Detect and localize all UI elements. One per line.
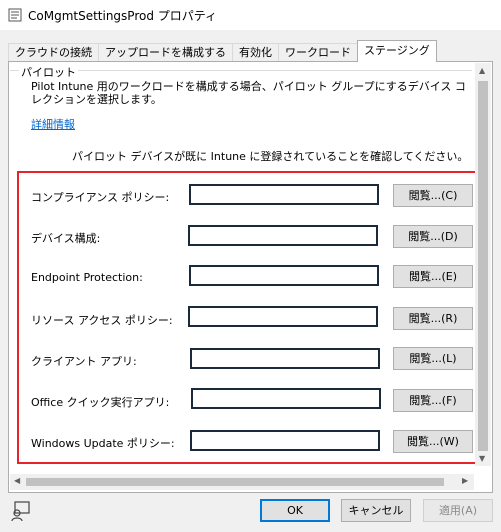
tab-upload-config[interactable]: アップロードを構成する: [98, 43, 233, 62]
horizontal-scroll-thumb[interactable]: [26, 478, 444, 486]
window-title: CoMgmtSettingsProd プロパティ: [28, 9, 218, 23]
browse-endpoint-protection-button[interactable]: 閲覧...(E): [393, 265, 473, 288]
tab-staging[interactable]: ステージング: [357, 40, 437, 62]
apply-button[interactable]: 適用(A): [423, 499, 493, 522]
scroll-left-icon[interactable]: ◀: [14, 476, 20, 485]
resource-access-field[interactable]: [188, 306, 378, 327]
windows-update-field[interactable]: [190, 430, 380, 451]
office-c2r-field[interactable]: [191, 388, 381, 409]
group-box-border: [10, 70, 472, 71]
office-c2r-label: Office クイック実行アプリ:: [31, 396, 170, 409]
client-apps-label: クライアント アプリ:: [31, 355, 137, 368]
browse-office-c2r-button[interactable]: 閲覧...(F): [393, 389, 473, 412]
compliance-policy-label: コンプライアンス ポリシー:: [31, 191, 170, 204]
device-config-field[interactable]: [188, 225, 378, 246]
browse-device-config-button[interactable]: 閲覧...(D): [393, 225, 473, 248]
endpoint-protection-label: Endpoint Protection:: [31, 271, 143, 284]
horizontal-scrollbar[interactable]: ◀ ▶: [10, 474, 474, 490]
scroll-right-icon[interactable]: ▶: [462, 476, 468, 485]
endpoint-protection-field[interactable]: [189, 265, 379, 286]
windows-update-label: Windows Update ポリシー:: [31, 437, 175, 450]
vertical-scroll-thumb[interactable]: [478, 81, 488, 451]
compliance-policy-field[interactable]: [189, 184, 379, 205]
confirm-enrollment-text: パイロット デバイスが既に Intune に登録されていることを確認してください…: [72, 150, 469, 163]
browse-client-apps-button[interactable]: 閲覧...(L): [393, 347, 473, 370]
client-apps-field[interactable]: [190, 348, 380, 369]
device-config-label: デバイス構成:: [31, 232, 101, 245]
title-bar: CoMgmtSettingsProd プロパティ: [0, 0, 501, 30]
pilot-description: Pilot Intune 用のワークロードを構成する場合、パイロット グループに…: [31, 80, 466, 106]
browse-compliance-button[interactable]: 閲覧...(C): [393, 184, 473, 207]
browse-windows-update-button[interactable]: 閲覧...(W): [393, 430, 473, 453]
tab-workloads[interactable]: ワークロード: [278, 43, 358, 62]
tab-strip: クラウドの接続 アップロードを構成する 有効化 ワークロード ステージング: [8, 40, 437, 62]
more-info-link[interactable]: 詳細情報: [31, 116, 75, 132]
user-help-icon[interactable]: [10, 500, 32, 522]
pilot-group-label: パイロット: [19, 64, 78, 80]
properties-window-icon: [8, 8, 22, 22]
tab-enablement[interactable]: 有効化: [232, 43, 279, 62]
ok-button[interactable]: OK: [260, 499, 330, 522]
resource-access-label: リソース アクセス ポリシー:: [31, 314, 173, 327]
browse-resource-access-button[interactable]: 閲覧...(R): [393, 307, 473, 330]
tab-cloud-connect[interactable]: クラウドの接続: [8, 43, 99, 62]
scroll-down-icon[interactable]: ▼: [479, 454, 485, 463]
cancel-button[interactable]: キャンセル: [341, 499, 411, 522]
vertical-scrollbar[interactable]: ▲ ▼: [475, 63, 491, 466]
scroll-up-icon[interactable]: ▲: [479, 66, 485, 75]
